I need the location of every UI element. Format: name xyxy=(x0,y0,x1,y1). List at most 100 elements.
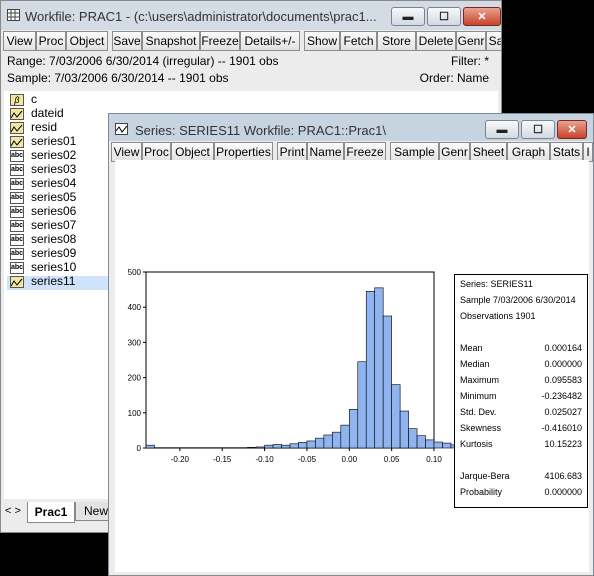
series-window: Series: SERIES11 Workfile: PRAC1::Prac1\… xyxy=(108,113,594,576)
toolbar-sheet-button[interactable]: Sheet xyxy=(470,142,507,162)
histogram-bar xyxy=(348,408,359,449)
list-item-label: series01 xyxy=(31,134,77,148)
toolbar-object-button[interactable]: Object xyxy=(171,142,214,162)
toolbar-freeze-button[interactable]: Freeze xyxy=(200,31,240,51)
x-tick-label: -0.15 xyxy=(213,455,232,464)
close-icon: ✕ xyxy=(477,11,487,23)
toolbar-genr-button[interactable]: Genr xyxy=(456,31,486,51)
maximize-icon: ☐ xyxy=(533,124,543,136)
list-item-label: resid xyxy=(31,120,58,134)
alpha-icon: abc xyxy=(10,248,24,260)
histogram-bar xyxy=(433,441,443,449)
series-titlebar[interactable]: Series: SERIES11 Workfile: PRAC1::Prac1\… xyxy=(109,114,593,144)
toolbar-name-button[interactable]: Name xyxy=(307,142,344,162)
toolbar-object-button[interactable]: Object xyxy=(66,31,108,51)
series-minimize-button[interactable]: ▬ xyxy=(485,120,519,139)
histogram-bar xyxy=(374,287,384,449)
toolbar-save-button[interactable]: Save xyxy=(112,31,142,51)
stats-row: Jarque-Bera 4106.683 xyxy=(460,471,582,484)
sample-text[interactable]: Sample: 7/03/2006 6/30/2014 -- 1901 obs xyxy=(7,70,229,86)
histogram-bar xyxy=(399,410,409,449)
alpha-icon: abc xyxy=(10,262,24,274)
stats-value: 0.025027 xyxy=(544,407,582,417)
toolbar-store-button[interactable]: Store xyxy=(377,31,416,51)
toolbar-view-button[interactable]: View xyxy=(111,142,142,162)
toolbar-sample-button[interactable]: Sample xyxy=(390,142,439,162)
histogram-bar xyxy=(247,446,257,449)
coef-icon: β xyxy=(10,94,24,106)
x-tick-label: 0.05 xyxy=(384,455,400,464)
stats-row: Kurtosis 10.15223 xyxy=(460,439,582,452)
toolbar-stats-button[interactable]: Stats xyxy=(550,142,583,162)
toolbar-show-button[interactable]: Show xyxy=(304,31,340,51)
stats-value: -0.416010 xyxy=(541,423,582,433)
sample-bar[interactable]: Sample: 7/03/2006 6/30/2014 -- 1901 obs … xyxy=(1,70,501,86)
series-maximize-button[interactable]: ☐ xyxy=(521,120,555,139)
stats-label: Skewness xyxy=(460,423,502,433)
list-item[interactable]: βc xyxy=(7,92,147,108)
stats-value: 0.095583 xyxy=(544,375,582,385)
stats-label: Mean xyxy=(460,343,483,353)
tab-nav-arrows[interactable]: < > xyxy=(5,505,21,517)
alpha-icon: abc xyxy=(10,178,24,190)
x-tick-label: -0.05 xyxy=(298,455,317,464)
stats-label: Maximum xyxy=(460,375,500,385)
series-icon xyxy=(115,123,128,135)
list-item-label: series11 xyxy=(31,274,76,288)
maximize-button[interactable]: ☐ xyxy=(427,7,461,26)
toolbar-genr-button[interactable]: Genr xyxy=(439,142,470,162)
series-icon xyxy=(10,136,24,148)
toolbar-delete-button[interactable]: Delete xyxy=(416,31,456,51)
toolbar-graph-button[interactable]: Graph xyxy=(507,142,550,162)
tab-prac1[interactable]: Prac1 xyxy=(27,502,75,523)
toolbar-view-button[interactable]: View xyxy=(3,31,36,51)
series-title: Series: SERIES11 Workfile: PRAC1::Prac1\ xyxy=(135,123,386,138)
toolbar-freeze-button[interactable]: Freeze xyxy=(344,142,386,162)
stats-label: Series: SERIES11 xyxy=(460,279,533,289)
x-tick-label: 0.00 xyxy=(342,455,358,464)
toolbar-snapshot-button[interactable]: Snapshot xyxy=(142,31,200,51)
series-close-button[interactable]: ✕ xyxy=(557,120,587,139)
minimize-icon: ▬ xyxy=(496,123,508,136)
histogram-panel: 0 100 200 300 400 500 -0.20 -0.15 -0.10 -0.05 0.00… xyxy=(115,160,589,572)
y-tick-label: 500 xyxy=(128,268,142,277)
list-item-label: series07 xyxy=(31,218,77,232)
minimize-icon: ▬ xyxy=(402,10,414,23)
stats-label: Probability xyxy=(460,487,503,497)
toolbar-print-button[interactable]: Print xyxy=(277,142,307,162)
list-item-label: dateid xyxy=(31,106,64,120)
tab-prac1-label: Prac1 xyxy=(34,505,68,519)
workfile-titlebar[interactable]: Workfile: PRAC1 - (c:\users\administrato… xyxy=(1,1,501,31)
list-item-label: series05 xyxy=(31,190,77,204)
histogram-bar xyxy=(281,444,291,449)
stats-value: 0.000164 xyxy=(544,343,582,353)
toolbar-details-button[interactable]: Details+/- xyxy=(240,31,300,51)
series-icon xyxy=(10,108,24,120)
stats-label: Minimum xyxy=(460,391,497,401)
toolbar-i-button[interactable]: I xyxy=(583,142,593,162)
stats-value: 4106.683 xyxy=(544,471,582,481)
stats-value: 10.15223 xyxy=(544,439,582,449)
toolbar-proc-button[interactable]: Proc xyxy=(36,31,66,51)
toolbar-fetch-button[interactable]: Fetch xyxy=(340,31,377,51)
range-text[interactable]: Range: 7/03/2006 6/30/2014 (irregular) -… xyxy=(7,53,279,69)
stats-row: Probability 0.000000 xyxy=(460,487,582,500)
list-item-label: series03 xyxy=(31,162,77,176)
histogram-bar xyxy=(272,444,282,449)
histogram-bar xyxy=(145,444,155,449)
close-button[interactable]: ✕ xyxy=(463,7,501,26)
tab-new-label: New xyxy=(84,504,109,518)
x-tick-label: -0.10 xyxy=(255,455,274,464)
stats-row: Minimum -0.236482 xyxy=(460,391,582,404)
toolbar-sa-button[interactable]: Sa xyxy=(486,31,501,51)
range-bar[interactable]: Range: 7/03/2006 6/30/2014 (irregular) -… xyxy=(1,53,501,69)
y-tick-label: 300 xyxy=(128,338,142,347)
toolbar-properties-button[interactable]: Properties xyxy=(214,142,273,162)
order-text[interactable]: Order: Name xyxy=(420,70,489,86)
list-item-label: series10 xyxy=(31,260,77,274)
series-icon xyxy=(10,122,24,134)
minimize-button[interactable]: ▬ xyxy=(391,7,425,26)
filter-text[interactable]: Filter: * xyxy=(451,53,489,69)
toolbar-proc-button[interactable]: Proc xyxy=(142,142,171,162)
workfile-toolbar: View Proc Object Save Snapshot Freeze Details+… xyxy=(1,30,501,52)
